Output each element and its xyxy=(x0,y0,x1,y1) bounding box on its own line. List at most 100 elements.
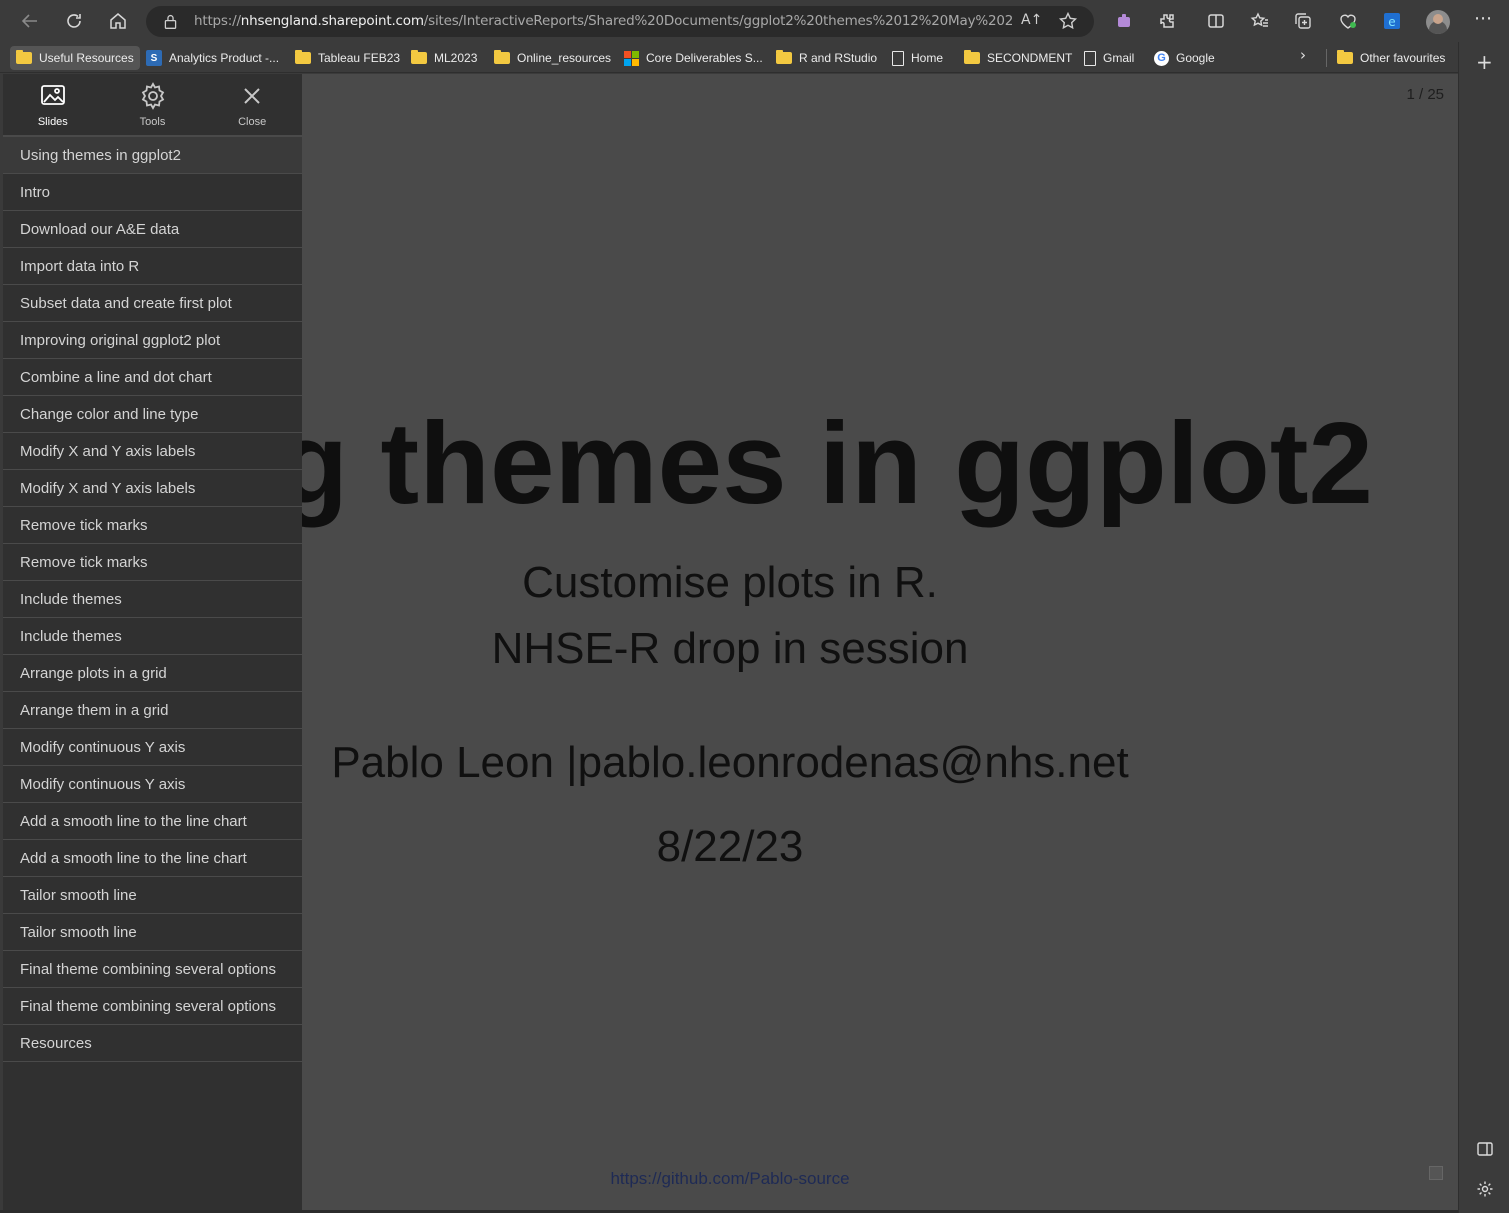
slide-menu: Slides Tools Close Using themes in ggplo… xyxy=(0,74,302,1213)
url-text[interactable]: https://nhsengland.sharepoint.com/sites/… xyxy=(194,13,1014,29)
gear-icon xyxy=(141,82,164,110)
slide-list-item[interactable]: Intro xyxy=(3,174,302,211)
menu-toolbar: Slides Tools Close xyxy=(3,74,302,137)
folder-icon xyxy=(295,50,311,64)
bookmark-label: ML2023 xyxy=(434,51,478,65)
slide-session-name: NHSE-R drop in session xyxy=(491,624,969,673)
tab-label: Tools xyxy=(139,116,166,128)
github-link[interactable]: https://github.com/Pablo-source xyxy=(300,1169,1160,1189)
slide-list-item[interactable]: Combine a line and dot chart xyxy=(3,359,302,396)
slide-list-item[interactable]: Change color and line type xyxy=(3,396,302,433)
bookmark-label: Online_resources xyxy=(517,51,612,65)
slide-list-item[interactable]: Modify X and Y axis labels xyxy=(3,433,302,470)
favorites-icon[interactable] xyxy=(1249,10,1271,32)
tab-close[interactable]: Close xyxy=(202,74,302,135)
back-button[interactable] xyxy=(16,7,44,35)
bookmark-other-favourites[interactable]: Other favourites xyxy=(1331,46,1451,70)
bookmark-gmail[interactable]: Gmail xyxy=(1078,46,1140,70)
folder-icon xyxy=(494,50,510,64)
extension-puzzle-icon[interactable] xyxy=(1113,10,1135,32)
slide-list-item[interactable]: Tailor smooth line xyxy=(3,877,302,914)
back-arrow-icon xyxy=(21,14,37,28)
more-options-icon[interactable]: ⋯ xyxy=(1474,8,1493,29)
split-screen-icon[interactable] xyxy=(1205,10,1227,32)
slide-list-item[interactable]: Include themes xyxy=(3,618,302,655)
slide-list-item[interactable]: Remove tick marks xyxy=(3,544,302,581)
address-bar[interactable]: https://nhsengland.sharepoint.com/sites/… xyxy=(146,6,1094,37)
bookmark-analytics-product[interactable]: S Analytics Product -... xyxy=(140,46,285,70)
read-aloud-icon[interactable]: A↑ xyxy=(1021,12,1042,28)
profile-avatar[interactable] xyxy=(1426,10,1450,34)
page-icon xyxy=(892,50,904,66)
close-icon xyxy=(244,88,260,104)
lock-icon xyxy=(164,14,177,29)
bookmark-label: Gmail xyxy=(1103,51,1135,65)
slide-list: Using themes in ggplot2 Intro Download o… xyxy=(3,137,302,1062)
slide-list-item[interactable]: Using themes in ggplot2 xyxy=(3,137,302,174)
bookmark-label: Google xyxy=(1176,51,1215,65)
edge-icon[interactable]: e xyxy=(1381,10,1403,32)
folder-icon xyxy=(776,50,792,64)
slide-list-item[interactable]: Download our A&E data xyxy=(3,211,302,248)
tab-label: Close xyxy=(238,116,267,128)
slide-list-item[interactable]: Tailor smooth line xyxy=(3,914,302,951)
bookmark-ml2023[interactable]: ML2023 xyxy=(405,46,483,70)
sharepoint-icon: S xyxy=(146,50,162,66)
slide-list-item[interactable]: Arrange them in a grid xyxy=(3,692,302,729)
tab-slides[interactable]: Slides xyxy=(3,74,103,135)
bookmark-home[interactable]: Home xyxy=(886,46,949,70)
slide-list-item[interactable]: Import data into R xyxy=(3,248,302,285)
tab-label: Slides xyxy=(37,116,68,128)
slide-list-item[interactable]: Remove tick marks xyxy=(3,507,302,544)
bookmark-label: Useful Resources xyxy=(39,51,134,65)
slides-icon xyxy=(40,85,65,105)
edge-sidebar xyxy=(1458,42,1509,1213)
slide-list-item[interactable]: Add a smooth line to the line chart xyxy=(3,840,302,877)
microsoft-icon xyxy=(624,50,639,66)
slide-list-item[interactable]: Modify continuous Y axis xyxy=(3,766,302,803)
bookmark-useful-resources[interactable]: Useful Resources xyxy=(10,46,140,70)
slide-list-item[interactable]: Include themes xyxy=(3,581,302,618)
slide-list-item[interactable]: Resources xyxy=(3,1025,302,1062)
bookmarks-divider xyxy=(1326,49,1327,67)
slide-list-item[interactable]: Arrange plots in a grid xyxy=(3,655,302,692)
favorite-star-icon[interactable] xyxy=(1058,11,1078,31)
tab-tools[interactable]: Tools xyxy=(103,74,203,135)
refresh-button[interactable] xyxy=(60,7,88,35)
slide-list-item[interactable]: Subset data and create first plot xyxy=(3,285,302,322)
slide-list-item[interactable]: Final theme combining several options xyxy=(3,951,302,988)
bookmark-r-and-rstudio[interactable]: R and RStudio xyxy=(770,46,883,70)
bookmark-core-deliverables[interactable]: Core Deliverables S... xyxy=(618,46,769,70)
collections-icon[interactable] xyxy=(1292,10,1314,32)
slide-list-item[interactable]: Modify X and Y axis labels xyxy=(3,470,302,507)
folder-icon xyxy=(964,50,980,64)
slide-subtitle: Customise plots in R. xyxy=(522,558,938,607)
folder-icon xyxy=(16,50,32,64)
bookmark-label: SECONDMENT xyxy=(987,51,1073,65)
sidebar-settings-gear-icon[interactable] xyxy=(1475,1179,1495,1199)
home-button[interactable] xyxy=(104,7,132,35)
folder-icon xyxy=(411,50,427,64)
slide-list-item[interactable]: Add a smooth line to the line chart xyxy=(3,803,302,840)
browser-toolbar: https://nhsengland.sharepoint.com/sites/… xyxy=(0,0,1509,42)
add-icon[interactable]: + xyxy=(1476,50,1493,74)
home-icon xyxy=(110,13,126,29)
slide-list-item[interactable]: Modify continuous Y axis xyxy=(3,729,302,766)
slide-list-item[interactable]: Final theme combining several options xyxy=(3,988,302,1025)
svg-text:e: e xyxy=(1388,15,1395,29)
browser-essentials-icon[interactable] xyxy=(1337,10,1359,32)
hide-sidebar-icon[interactable] xyxy=(1475,1139,1495,1159)
bookmark-secondment[interactable]: SECONDMENT xyxy=(958,46,1078,70)
bookmark-tableau-feb23[interactable]: Tableau FEB23 xyxy=(289,46,406,70)
bookmark-label: Tableau FEB23 xyxy=(318,51,401,65)
slide-list-item[interactable]: Improving original ggplot2 plot xyxy=(3,322,302,359)
extensions-icon[interactable] xyxy=(1156,10,1178,32)
bookmark-online-resources[interactable]: Online_resources xyxy=(488,46,617,70)
bookmark-label: R and RStudio xyxy=(799,51,878,65)
bookmark-label: Other favourites xyxy=(1360,51,1446,65)
slide-number: 1 / 25 xyxy=(1406,86,1444,103)
google-icon: G xyxy=(1154,50,1169,66)
slide-author: Pablo Leon |pablo.leonrodenas@nhs.net xyxy=(331,738,1129,787)
bookmarks-overflow-chevron-icon[interactable]: › xyxy=(1300,46,1306,64)
bookmark-google[interactable]: G Google xyxy=(1148,46,1221,70)
